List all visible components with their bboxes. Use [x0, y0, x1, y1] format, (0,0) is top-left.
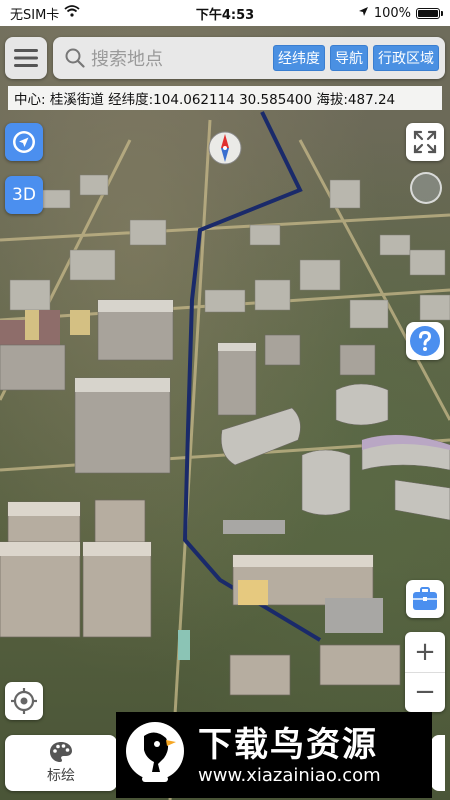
- map-view[interactable]: [0, 0, 450, 800]
- status-bar: 无SIM卡 下午4:53 100%: [0, 0, 450, 26]
- locate-button[interactable]: [5, 682, 43, 720]
- watermark-url: www.xiazainiao.com: [198, 764, 381, 786]
- help-button[interactable]: [406, 322, 444, 360]
- overview-globe-button[interactable]: [410, 172, 442, 204]
- watermark-banner: 下载鸟资源 www.xiazainiao.com: [116, 712, 432, 798]
- location-arrow-icon: [358, 6, 369, 21]
- question-icon: [410, 326, 440, 356]
- search-bar[interactable]: 搜索地点 经纬度 导航 行政区域: [53, 37, 445, 79]
- city-3d-render: [0, 111, 450, 800]
- search-input[interactable]: 搜索地点: [91, 45, 268, 71]
- hamburger-icon: [14, 49, 38, 67]
- map-center-info: 中心: 桂溪街道 经纬度:104.062114 30.585400 海拔:487…: [8, 86, 442, 110]
- carrier-label: 无SIM卡: [10, 7, 60, 23]
- draw-label: 标绘: [47, 768, 75, 784]
- toolbox-button[interactable]: [406, 580, 444, 618]
- battery-icon: [416, 7, 443, 19]
- expand-arrows-icon: [413, 130, 437, 154]
- briefcase-icon: [413, 587, 437, 610]
- zoom-controls: + −: [405, 632, 445, 712]
- coordinates-button[interactable]: 经纬度: [273, 45, 325, 71]
- menu-button[interactable]: [5, 37, 47, 79]
- status-left: 无SIM卡: [10, 4, 80, 23]
- watermark-text: 下载鸟资源 www.xiazainiao.com: [198, 725, 381, 786]
- draw-button[interactable]: 标绘: [5, 735, 117, 791]
- palette-icon: [50, 742, 72, 762]
- location-toggle-button[interactable]: [5, 123, 43, 161]
- zoom-out-button[interactable]: −: [405, 673, 445, 713]
- bottom-right-panel-edge[interactable]: [431, 735, 445, 791]
- mode-3d-label: 3D: [12, 185, 36, 205]
- compass-icon[interactable]: [207, 130, 243, 166]
- search-icon: [65, 48, 85, 68]
- crosshair-icon: [11, 688, 37, 714]
- mode-3d-button[interactable]: 3D: [5, 176, 43, 214]
- wifi-icon: [64, 5, 80, 21]
- fullscreen-button[interactable]: [406, 123, 444, 161]
- battery-fill: [418, 9, 438, 17]
- battery-percent: 100%: [373, 5, 411, 21]
- bird-logo: [126, 722, 184, 782]
- admin-region-button[interactable]: 行政区域: [373, 45, 439, 71]
- navigation-circle-icon: [13, 131, 35, 153]
- status-right: 100%: [358, 5, 443, 21]
- zoom-in-button[interactable]: +: [405, 632, 445, 672]
- watermark-title: 下载鸟资源: [198, 724, 378, 765]
- navigation-button[interactable]: 导航: [330, 45, 368, 71]
